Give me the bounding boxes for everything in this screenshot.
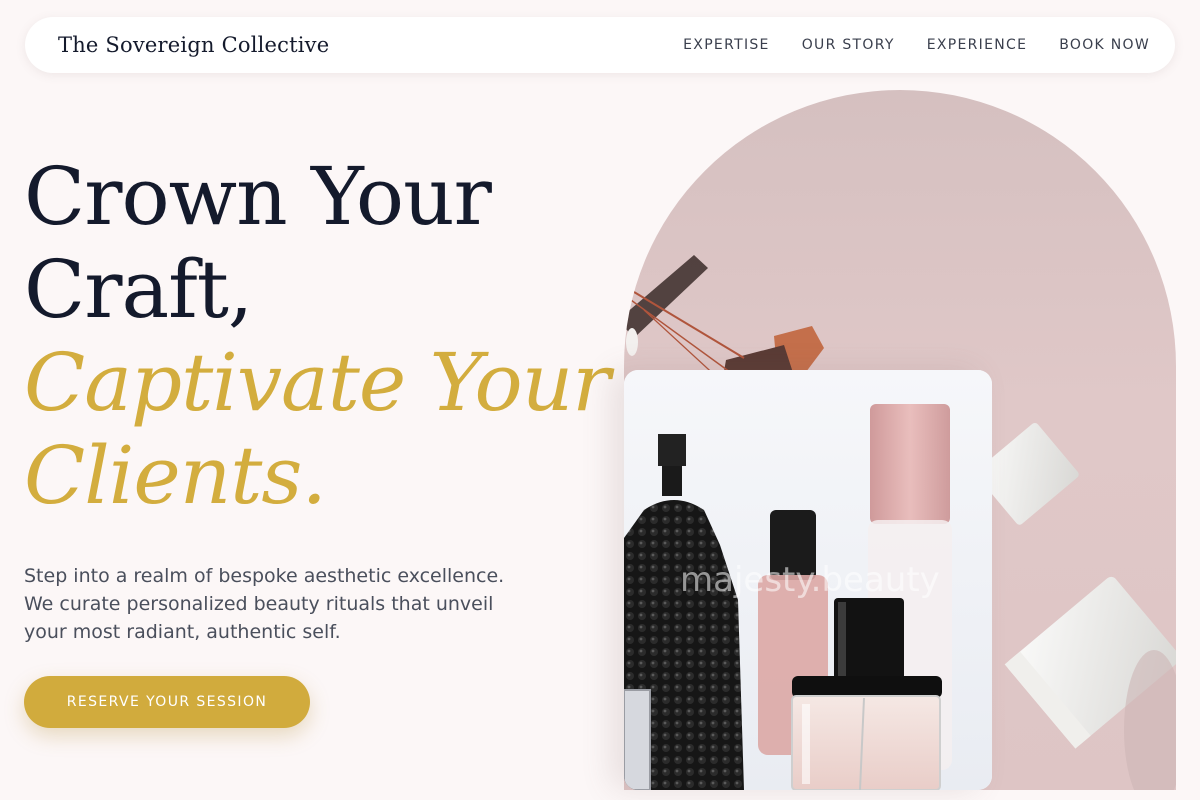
brand-logo[interactable]: The Sovereign Collective bbox=[58, 33, 329, 57]
hero-headline: Crown Your Craft, Captivate Your Clients… bbox=[24, 150, 610, 522]
nav-link-our-story[interactable]: OUR STORY bbox=[802, 37, 895, 53]
headline-accent-line-1: Captivate Your bbox=[24, 336, 610, 429]
nav-link-experience[interactable]: EXPERIENCE bbox=[927, 37, 1028, 53]
product-bottles-illustration bbox=[624, 370, 992, 790]
reserve-session-button[interactable]: RESERVE YOUR SESSION bbox=[24, 676, 310, 728]
hero-intro: Step into a realm of bespoke aesthetic e… bbox=[24, 565, 505, 643]
nav-link-book-now[interactable]: BOOK NOW bbox=[1059, 37, 1150, 53]
headline-line-2: Craft, bbox=[24, 243, 253, 336]
nav-links: EXPERTISE OUR STORY EXPERIENCE BOOK NOW bbox=[683, 37, 1150, 53]
headline-line-1: Crown Your bbox=[24, 150, 492, 243]
headline-accent-line-2: Clients. bbox=[24, 429, 327, 522]
top-nav: The Sovereign Collective EXPERTISE OUR S… bbox=[25, 17, 1175, 73]
nav-link-expertise[interactable]: EXPERTISE bbox=[683, 37, 770, 53]
product-photo-card: majesty.beauty bbox=[624, 370, 992, 790]
